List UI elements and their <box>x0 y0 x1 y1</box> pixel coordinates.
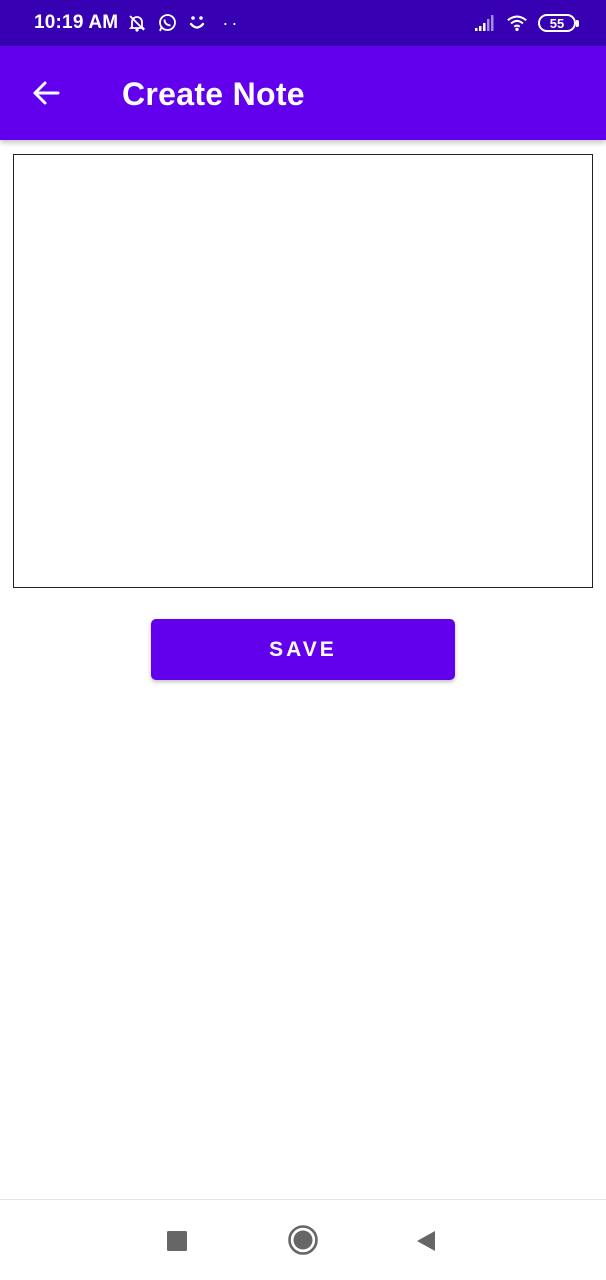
more-dots-icon: ·· <box>222 12 241 33</box>
app-bar: Create Note <box>0 46 606 140</box>
battery-icon: 55 <box>538 14 579 32</box>
arrow-left-icon <box>33 81 60 105</box>
home-icon <box>288 1225 318 1255</box>
whatsapp-icon <box>156 12 178 34</box>
wifi-icon <box>506 12 528 34</box>
notifications-off-icon <box>126 12 148 34</box>
back-button[interactable] <box>22 73 70 113</box>
status-left: 10:19 AM ·· <box>34 12 240 34</box>
back-nav-button[interactable] <box>405 1220 447 1262</box>
note-text-input[interactable] <box>13 154 593 588</box>
status-right: 55 <box>474 12 579 34</box>
signal-icon <box>474 12 496 34</box>
navigation-bar <box>0 1199 606 1280</box>
battery-level: 55 <box>549 15 565 31</box>
home-button[interactable] <box>281 1218 325 1262</box>
recents-button[interactable] <box>156 1220 198 1262</box>
status-time: 10:19 AM <box>34 12 119 33</box>
page-title: Create Note <box>122 76 305 112</box>
recents-icon <box>167 1231 187 1251</box>
save-button[interactable]: SAVE <box>151 619 455 680</box>
back-icon <box>417 1231 435 1251</box>
loading-icon <box>186 12 208 34</box>
status-bar: 10:19 AM ·· 55 <box>0 0 606 46</box>
